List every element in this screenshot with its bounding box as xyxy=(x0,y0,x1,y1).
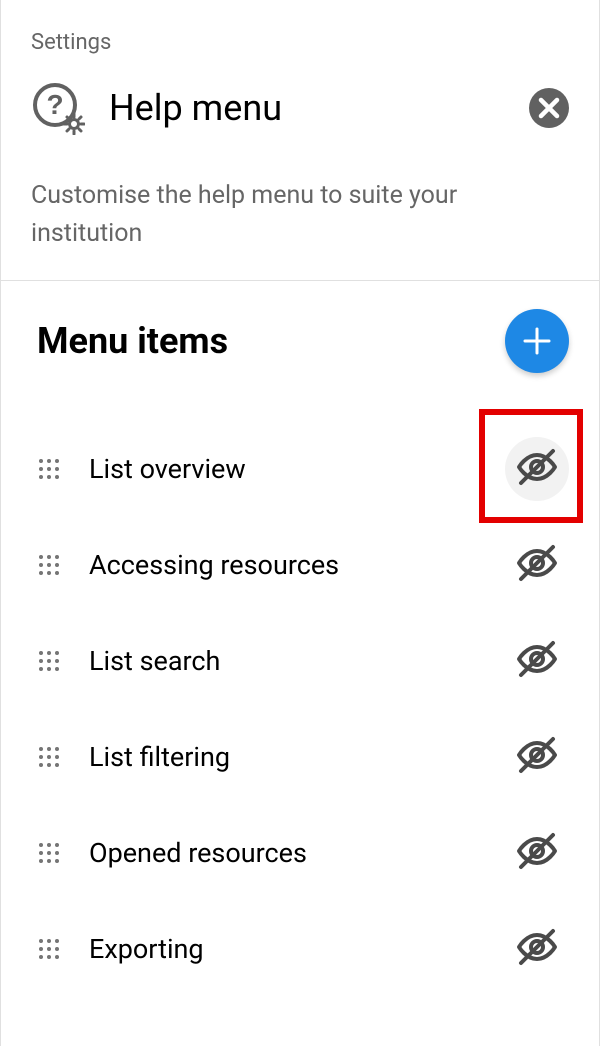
svg-text:?: ? xyxy=(46,89,63,120)
visibility-off-icon xyxy=(513,731,561,783)
drag-handle-icon[interactable] xyxy=(37,553,61,577)
visibility-off-icon xyxy=(513,443,561,495)
drag-handle-icon[interactable] xyxy=(37,457,61,481)
menu-item-label: List overview xyxy=(89,453,477,485)
section-header: Menu items xyxy=(37,309,569,373)
visibility-toggle-button[interactable] xyxy=(505,629,569,693)
section-title: Menu items xyxy=(37,320,228,362)
breadcrumb: Settings xyxy=(31,30,569,55)
drag-handle-icon[interactable] xyxy=(37,841,61,865)
help-settings-icon: ? xyxy=(31,81,85,135)
visibility-toggle-button[interactable] xyxy=(505,917,569,981)
menu-item[interactable]: List overview xyxy=(37,421,569,517)
visibility-toggle-button[interactable] xyxy=(505,533,569,597)
panel-header: Settings ? xyxy=(1,0,599,281)
add-item-button[interactable] xyxy=(505,309,569,373)
settings-panel: Settings ? xyxy=(0,0,600,1046)
close-button[interactable] xyxy=(529,88,569,128)
visibility-toggle-button[interactable] xyxy=(505,725,569,789)
visibility-off-icon xyxy=(513,923,561,975)
visibility-off-icon xyxy=(513,635,561,687)
menu-item-label: Accessing resources xyxy=(89,549,477,581)
page-title: Help menu xyxy=(109,87,505,129)
drag-handle-icon[interactable] xyxy=(37,649,61,673)
title-row: ? xyxy=(31,81,569,135)
visibility-toggle-button[interactable] xyxy=(505,821,569,885)
panel-description: Customise the help menu to suite your in… xyxy=(31,177,569,252)
menu-item[interactable]: Accessing resources xyxy=(37,517,569,613)
menu-item[interactable]: Exporting xyxy=(37,901,569,997)
menu-item-label: Opened resources xyxy=(89,837,477,869)
visibility-toggle-button[interactable] xyxy=(505,437,569,501)
menu-item-label: List search xyxy=(89,645,477,677)
plus-icon xyxy=(523,327,551,355)
menu-item[interactable]: List filtering xyxy=(37,709,569,805)
drag-handle-icon[interactable] xyxy=(37,745,61,769)
menu-items-list: List overview Accessing resources List s… xyxy=(37,421,569,997)
content-section: Menu items List overview Accessing resou… xyxy=(1,281,599,997)
visibility-off-icon xyxy=(513,827,561,879)
menu-item-label: Exporting xyxy=(89,933,477,965)
menu-item-label: List filtering xyxy=(89,741,477,773)
visibility-off-icon xyxy=(513,539,561,591)
drag-handle-icon[interactable] xyxy=(37,937,61,961)
menu-item[interactable]: List search xyxy=(37,613,569,709)
menu-item[interactable]: Opened resources xyxy=(37,805,569,901)
